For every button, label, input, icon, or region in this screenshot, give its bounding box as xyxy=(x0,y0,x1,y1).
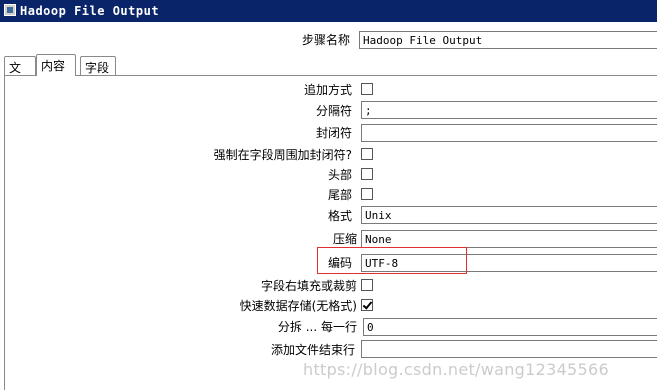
header-checkbox[interactable] xyxy=(361,168,373,180)
footer-checkbox[interactable] xyxy=(361,188,373,200)
compression-select[interactable]: None xyxy=(361,230,657,248)
separator-input[interactable]: ; xyxy=(361,101,657,119)
add-ending-line-label: 添加文件结束行 xyxy=(270,343,355,357)
enclosure-input[interactable] xyxy=(361,124,657,142)
fast-dump-label: 快速数据存储(无格式) xyxy=(239,299,357,313)
watermark: https://blog.csdn.net/wang12345566 xyxy=(303,360,609,379)
tab-file[interactable]: 文件 xyxy=(4,56,36,92)
split-every-input[interactable]: 0 xyxy=(363,318,657,336)
separator-label: 分隔符 xyxy=(315,104,352,118)
compression-label: 压缩 xyxy=(332,232,357,246)
force-enclosure-checkbox[interactable] xyxy=(361,148,373,160)
format-label: 格式 xyxy=(327,209,352,223)
append-checkbox[interactable] xyxy=(361,83,373,95)
tab-content[interactable]: 内容 xyxy=(36,54,76,76)
encoding-highlight-box xyxy=(317,247,467,274)
window-titlebar: Hadoop File Output xyxy=(0,0,657,22)
enclosure-label: 封闭符 xyxy=(315,126,352,140)
tab-bar: 文件 内容 字段 xyxy=(4,54,657,92)
tab-fields[interactable]: 字段 xyxy=(80,56,116,76)
pad-fields-checkbox[interactable] xyxy=(361,279,373,291)
append-label: 追加方式 xyxy=(303,83,352,97)
format-select[interactable]: Unix xyxy=(361,206,657,224)
step-name-input[interactable]: Hadoop File Output xyxy=(359,31,657,49)
fast-dump-checkbox[interactable] xyxy=(361,299,373,311)
add-ending-line-input[interactable] xyxy=(361,340,657,358)
header-label: 头部 xyxy=(327,168,352,182)
window-title: Hadoop File Output xyxy=(20,4,160,18)
step-name-label: 步骤名称 xyxy=(301,33,350,47)
footer-label: 尾部 xyxy=(327,188,352,202)
app-icon xyxy=(4,4,16,16)
force-enclosure-label: 强制在字段周围加封闭符? xyxy=(213,148,352,162)
pad-fields-label: 字段右填充或裁剪 xyxy=(260,279,357,293)
split-every-label: 分拆 ... 每一行 xyxy=(277,320,357,334)
